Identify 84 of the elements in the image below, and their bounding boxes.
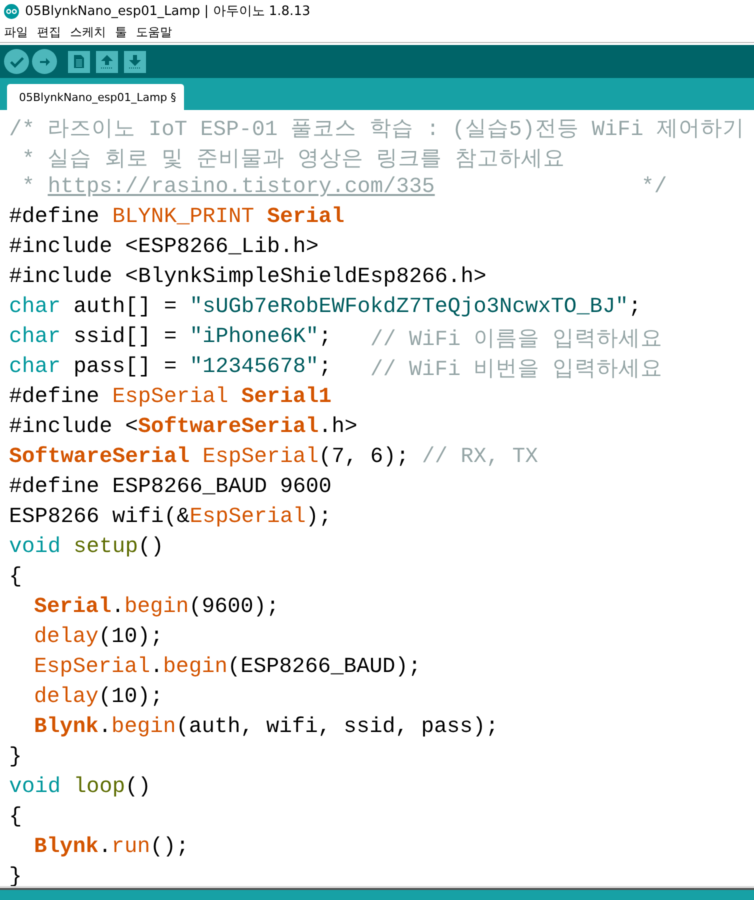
code-text: ssid[] = [72,325,178,349]
code-text: (7, 6); [318,445,410,469]
window-title: 05BlynkNano_esp01_Lamp | 아두이노 1.8.13 [25,3,310,20]
code-text: #define [9,205,100,229]
code-text: (ESP8266_BAUD); [228,655,422,679]
code-text: . [98,835,112,859]
code-text: #define [9,385,100,409]
code-identifier: BLYNK_PRINT [112,205,256,229]
code-text: (9600); [188,595,280,619]
new-button[interactable] [68,50,90,72]
code-text: () [125,775,151,799]
code-text: (auth, wifi, ssid, pass); [176,715,498,739]
code-text: () [138,535,164,559]
menu-item[interactable]: 툴 [115,24,127,40]
code-comment: */ [640,175,668,199]
code-keyword: char [9,325,61,349]
code-identifier: EspSerial [34,655,150,679]
code-text: } [9,745,22,769]
checkmark-icon [10,56,24,68]
code-keyword: char [9,295,61,319]
code-class: Serial1 [241,385,332,409]
code-identifier: begin [163,655,228,679]
document-icon [73,54,85,69]
code-text: ESP8266 wifi(& [9,505,190,529]
code-class: SoftwareSerial [138,415,319,439]
code-comment: * [20,175,36,199]
code-class: Blynk [34,835,99,859]
code-text: (10); [98,625,164,649]
right-arrow-icon [38,56,50,68]
code-class: SoftwareSerial [9,445,191,469]
code-text: . [111,595,124,619]
code-text: ; [628,295,642,319]
code-identifier: EspSerial [202,445,319,469]
save-button[interactable] [124,50,146,72]
code-text: .h> [318,415,358,439]
code-class: Serial [267,205,344,229]
code-text: (); [150,835,189,859]
code-text: ; [318,325,333,349]
code-comment: // WiFi 비번을 입력하세요 [370,356,662,382]
code-comment: // RX, TX [422,445,538,469]
code-identifier: EspSerial [190,505,306,529]
menu-item[interactable]: 도움말 [136,24,172,40]
code-text: ; [318,355,333,379]
verify-button[interactable] [4,49,29,74]
code-string: "iPhone6K" [190,325,319,349]
code-text: . [150,655,164,679]
code-comment: * 실습 회로 및 준비물과 영상은 링크를 참고하세요 [20,146,566,172]
code-text: { [9,565,22,589]
file-tab[interactable]: 05BlynkNano_esp01_Lamp § [7,84,184,110]
code-keyword: char [9,355,61,379]
code-function: loop [74,775,126,799]
code-keyword: void [9,535,62,559]
down-arrow-icon [128,54,142,69]
app-logo-icon [4,4,19,18]
code-function: setup [74,535,138,559]
code-string: "12345678" [190,355,319,379]
code-text: ); [306,505,332,529]
code-class: Blynk [34,715,99,739]
code-text: #include <ESP8266_Lib.h> [9,235,319,259]
upload-button[interactable] [32,49,57,74]
code-identifier: run [111,835,150,859]
open-button[interactable] [96,50,118,72]
code-text: #include <BlynkSimpleShieldEsp8266.h> [9,265,486,289]
code-text: (10); [98,685,164,709]
code-comment: /* 라즈이노 IoT ESP-01 풀코스 학습 : (실습5)전등 WiFi 제어하기 [9,116,744,142]
code-text: pass[] = [72,355,178,379]
code-comment: // WiFi 이름을 입력하세요 [370,326,662,352]
up-arrow-icon [100,54,114,69]
code-identifier: begin [111,715,176,739]
menu-item[interactable]: 편집 [37,24,61,40]
code-text: #define ESP8266_BAUD 9600 [9,475,332,499]
code-string: "sUGb7eRobEWFokdZ7TeQjo3NcwxTO_BJ" [190,295,628,319]
code-text: #include < [9,415,138,439]
menu-item[interactable]: 스케치 [70,24,106,40]
code-text: { [9,805,22,829]
code-identifier: delay [34,625,99,649]
code-identifier: EspSerial [112,385,230,409]
code-identifier: begin [124,595,189,619]
code-text: . [98,715,112,739]
code-identifier: delay [34,685,99,709]
code-text: auth[] = [72,295,178,319]
code-class: Serial [34,595,112,619]
menu-item[interactable]: 파일 [4,24,28,40]
code-keyword: void [9,775,62,799]
